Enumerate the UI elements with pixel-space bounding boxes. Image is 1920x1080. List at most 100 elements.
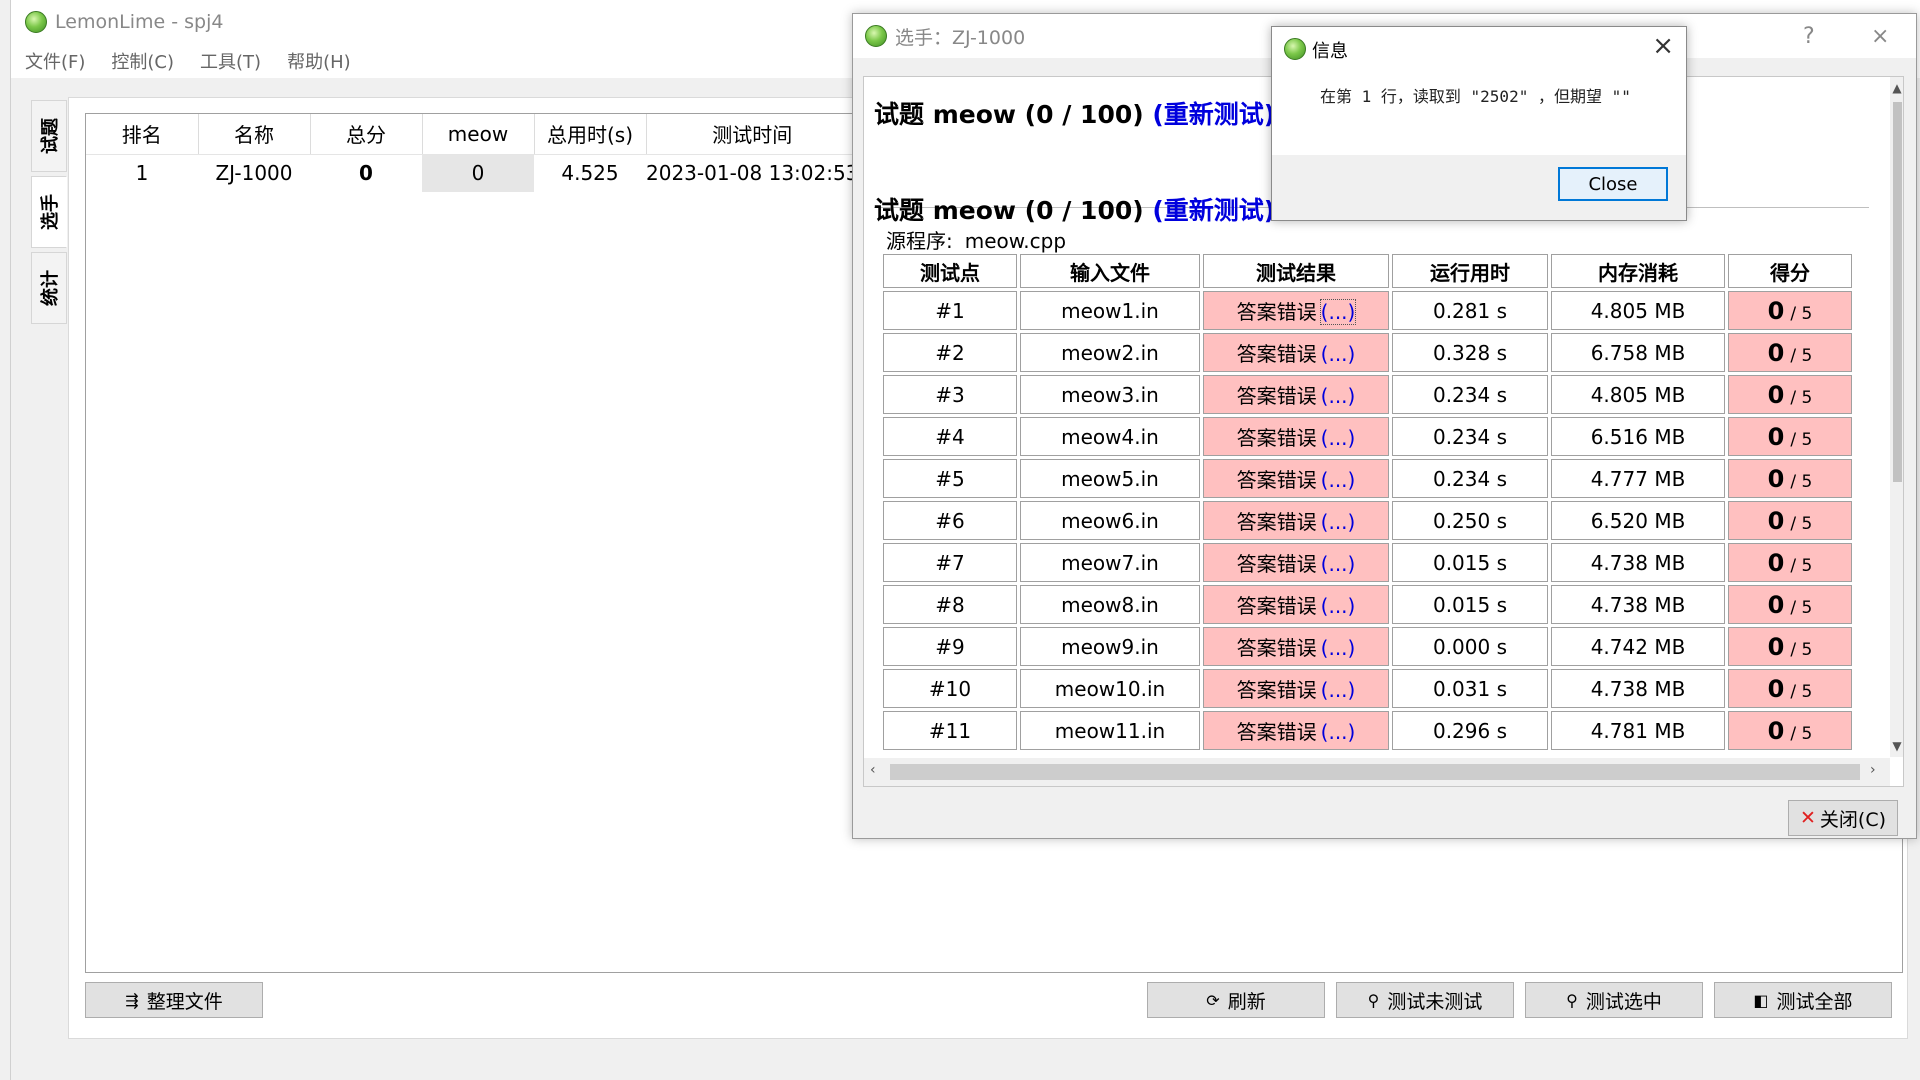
cell-runtime: 0.234 s (1392, 459, 1548, 498)
dialog-close-button[interactable]: ✕ 关闭(C) (1788, 800, 1898, 836)
cell-memory: 4.805 MB (1551, 291, 1725, 330)
cell-input-file: meow9.in (1020, 627, 1200, 666)
table-row: #10 meow10.in 答案错误 (...) 0.031 s 4.738 MB 0/ 5 (883, 669, 1852, 708)
result-label: 答案错误 (1236, 678, 1317, 702)
score-max: / 5 (1790, 723, 1813, 744)
cell-result: 答案错误 (...) (1203, 375, 1389, 414)
cell-result: 答案错误 (...) (1203, 543, 1389, 582)
horizontal-scrollbar[interactable]: ‹ › (864, 758, 1890, 786)
close-icon[interactable]: × (1652, 31, 1674, 61)
menu-tools[interactable]: 工具(T) (200, 48, 261, 74)
test-all-button[interactable]: ◧ 测试全部 (1714, 982, 1892, 1018)
tab-statistics[interactable]: 统计 (31, 252, 67, 324)
col-meow[interactable]: meow (422, 114, 535, 155)
cell-rank: 1 (135, 161, 149, 186)
info-close-button[interactable]: Close (1558, 167, 1668, 201)
result-details-link[interactable]: (...) (1321, 678, 1356, 702)
result-details-link[interactable]: (...) (1321, 636, 1356, 660)
cell-input-file: meow6.in (1020, 501, 1200, 540)
lemon-app-icon (865, 25, 887, 47)
cell-memory: 4.805 MB (1551, 375, 1725, 414)
col-test-time[interactable]: 测试时间 (646, 114, 859, 155)
result-label: 答案错误 (1236, 384, 1317, 408)
cell-result: 答案错误 (...) (1203, 459, 1389, 498)
close-icon[interactable]: × (1871, 24, 1889, 49)
cell-testcase-id: #11 (883, 711, 1017, 750)
sort-icon: ⇶ (125, 990, 139, 1010)
result-details-link[interactable]: (...) (1321, 720, 1356, 744)
vertical-scroll-thumb[interactable] (1893, 102, 1902, 482)
help-icon[interactable]: ? (1803, 24, 1815, 49)
test-untested-button[interactable]: ⚲ 测试未测试 (1336, 982, 1514, 1018)
col-memory: 内存消耗 (1551, 254, 1725, 288)
score-max: / 5 (1790, 471, 1813, 492)
tab-contestants[interactable]: 选手 (31, 176, 67, 248)
retest-link[interactable]: (重新测试) (1152, 196, 1275, 225)
task-header-summary: 试题 meow (0 / 100) (重新测试) (874, 95, 1275, 131)
cell-testcase-id: #9 (883, 627, 1017, 666)
menu-control[interactable]: 控制(C) (111, 48, 174, 74)
scroll-left-icon[interactable]: ‹ (870, 762, 876, 778)
menu-file[interactable]: 文件(F) (25, 48, 85, 74)
vertical-scrollbar[interactable]: ▲ ▼ (1890, 77, 1903, 757)
test-selected-button[interactable]: ⚲ 测试选中 (1525, 982, 1703, 1018)
scroll-up-icon[interactable]: ▲ (1890, 81, 1903, 95)
score-max: / 5 (1790, 345, 1813, 366)
task-title: 试题 meow (0 / 100) (874, 196, 1144, 225)
col-name[interactable]: 名称 (198, 114, 311, 155)
table-row: #4 meow4.in 答案错误 (...) 0.234 s 6.516 MB 0/ 5 (883, 417, 1852, 456)
score-value: 0 (1767, 590, 1785, 619)
scroll-down-icon[interactable]: ▼ (1890, 739, 1903, 753)
table-row: #7 meow7.in 答案错误 (...) 0.015 s 4.738 MB 0/ 5 (883, 543, 1852, 582)
cell-result: 答案错误 (...) (1203, 333, 1389, 372)
side-tabs: 试题 选手 统计 (31, 100, 69, 328)
cell-testcase-id: #1 (883, 291, 1017, 330)
cell-runtime: 0.015 s (1392, 585, 1548, 624)
result-details-link[interactable]: (...) (1321, 384, 1356, 408)
result-details-link[interactable]: (...) (1319, 299, 1357, 325)
cell-name: ZJ-1000 (215, 161, 293, 186)
source-label: 源程序: (886, 229, 953, 253)
result-details-link[interactable]: (...) (1321, 426, 1356, 450)
search-icon: ⚲ (1367, 990, 1380, 1010)
tab-tasks[interactable]: 试题 (31, 100, 67, 172)
result-details-link[interactable]: (...) (1321, 510, 1356, 534)
table-row: #11 meow11.in 答案错误 (...) 0.296 s 4.781 MB 0/ 5 (883, 711, 1852, 750)
col-total-time[interactable]: 总用时(s) (534, 114, 647, 155)
result-details-link[interactable]: (...) (1321, 342, 1356, 366)
col-total[interactable]: 总分 (310, 114, 423, 155)
table-row: #2 meow2.in 答案错误 (...) 0.328 s 6.758 MB 0/ 5 (883, 333, 1852, 372)
result-label: 答案错误 (1236, 426, 1317, 450)
table-row[interactable]: 1 ZJ-1000 0 0 4.525 2023-01-08 13:02:53 (86, 154, 858, 192)
cell-result: 答案错误 (...) (1203, 291, 1389, 330)
info-dialog: 信息 × 在第 1 行，读取到 "2502" ，但期望 "" Close (1271, 26, 1687, 221)
score-max: / 5 (1790, 639, 1813, 660)
cell-score: 0/ 5 (1728, 501, 1852, 540)
col-rank[interactable]: 排名 (86, 114, 199, 155)
cell-memory: 4.781 MB (1551, 711, 1725, 750)
organize-files-button[interactable]: ⇶ 整理文件 (85, 982, 263, 1018)
result-details-link[interactable]: (...) (1321, 468, 1356, 492)
score-value: 0 (1767, 338, 1785, 367)
cell-meow[interactable]: 0 (422, 154, 534, 192)
result-label: 答案错误 (1236, 594, 1317, 618)
refresh-button[interactable]: ⟳ 刷新 (1147, 982, 1325, 1018)
result-details-link[interactable]: (...) (1321, 552, 1356, 576)
score-max: / 5 (1790, 429, 1813, 450)
scroll-right-icon[interactable]: › (1870, 762, 1876, 778)
menu-help[interactable]: 帮助(H) (287, 48, 351, 74)
cell-runtime: 0.250 s (1392, 501, 1548, 540)
cell-runtime: 0.328 s (1392, 333, 1548, 372)
cell-input-file: meow5.in (1020, 459, 1200, 498)
retest-link[interactable]: (重新测试) (1152, 100, 1275, 129)
result-details-link[interactable]: (...) (1321, 594, 1356, 618)
cell-score: 0/ 5 (1728, 417, 1852, 456)
result-label: 答案错误 (1236, 510, 1317, 534)
score-value: 0 (1767, 674, 1785, 703)
table-row: #1 meow1.in 答案错误 (...) 0.281 s 4.805 MB 0/ 5 (883, 291, 1852, 330)
close-icon: ✕ (1799, 807, 1816, 829)
testcase-table: 测试点 输入文件 测试结果 运行用时 内存消耗 得分 #1 meow1.in 答案错… (880, 251, 1870, 761)
horizontal-scroll-thumb[interactable] (890, 764, 1860, 780)
tab-tasks-label: 试题 (40, 118, 61, 154)
cell-input-file: meow3.in (1020, 375, 1200, 414)
